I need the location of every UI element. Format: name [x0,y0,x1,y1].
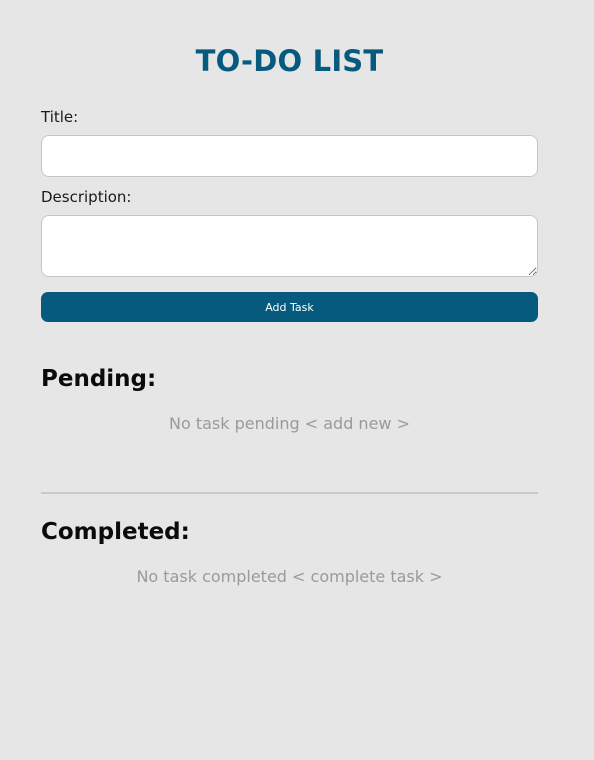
section-divider [41,492,538,494]
completed-empty-message: No task completed < complete task > [136,567,443,586]
pending-empty-message: No task pending < add new > [169,414,410,433]
page-title: TO-DO LIST [195,44,384,78]
title-label: Title: [41,108,79,126]
pending-heading: Pending: [41,366,157,392]
completed-heading: Completed: [41,519,190,545]
add-task-button[interactable]: Add Task [41,292,538,322]
description-textarea[interactable] [41,215,538,277]
title-input[interactable] [41,135,538,177]
description-label: Description: [41,188,132,206]
